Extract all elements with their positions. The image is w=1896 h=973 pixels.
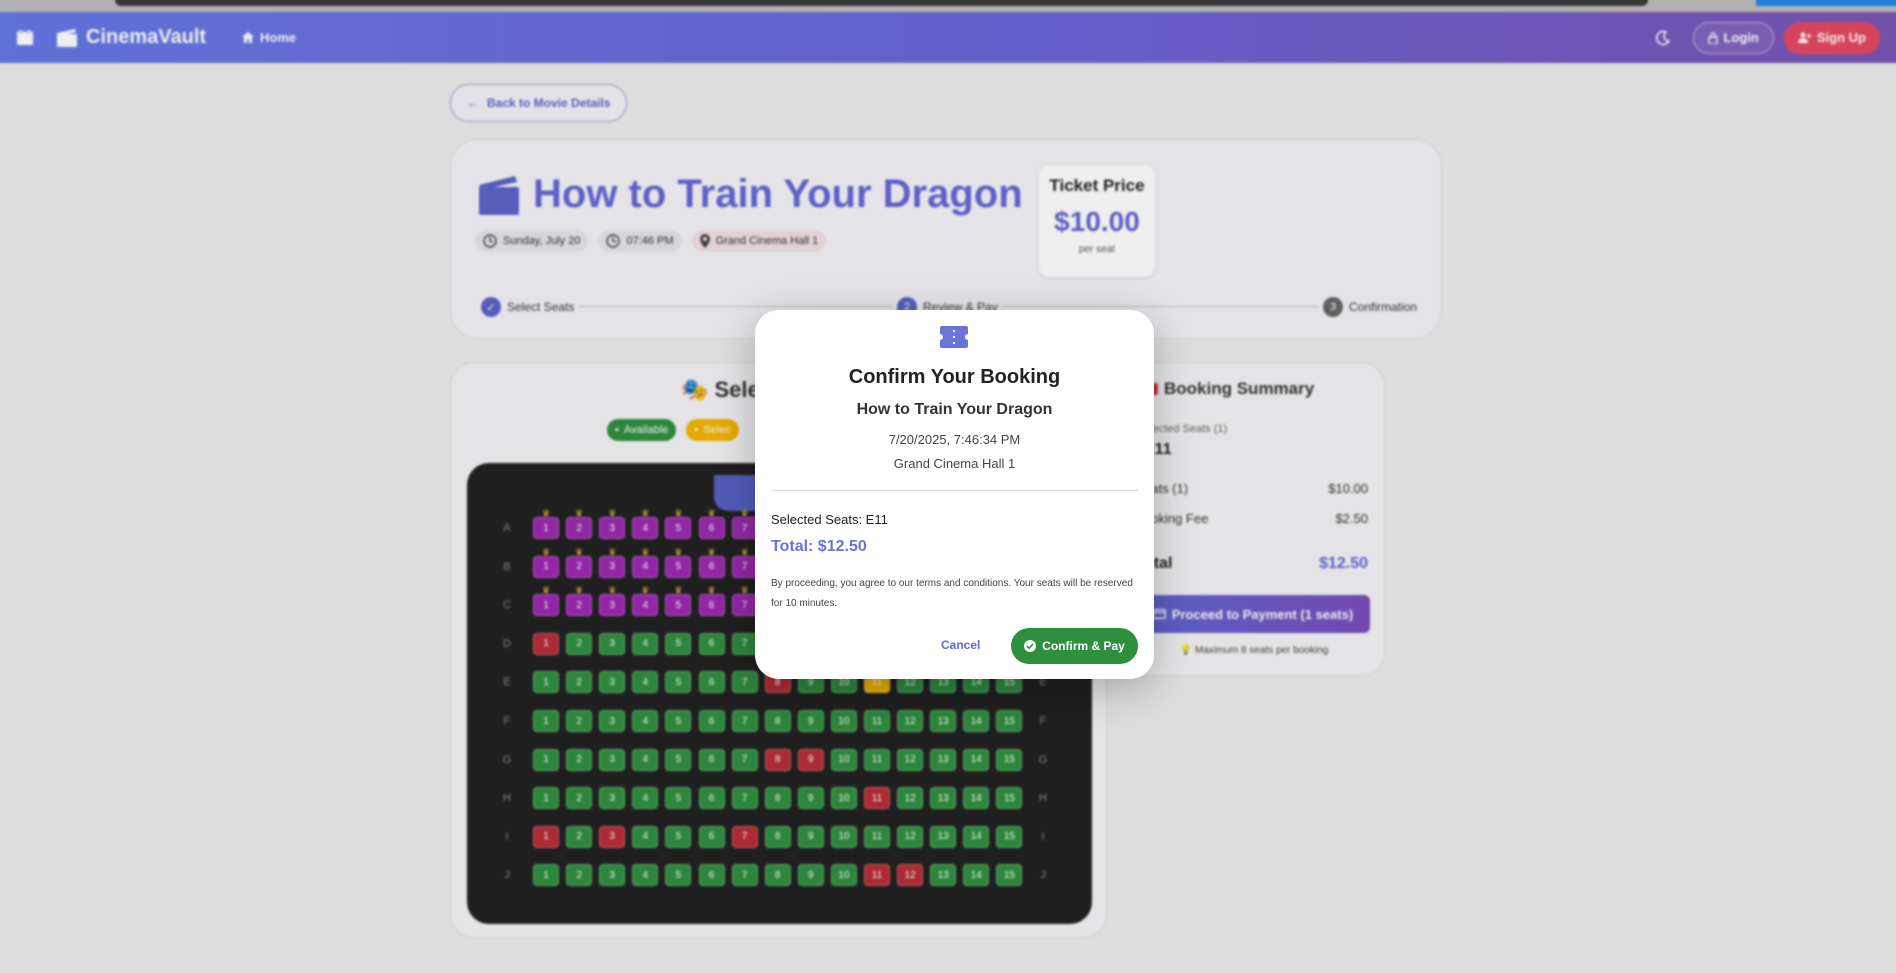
- check-circle-icon: [1024, 640, 1037, 652]
- modal-hall: Grand Cinema Hall 1: [893, 456, 1016, 471]
- confirm-pay-button[interactable]: Confirm & Pay: [1011, 628, 1138, 664]
- modal-terms: By proceeding, you agree to our terms an…: [771, 578, 1133, 609]
- confirm-booking-modal: Confirm Your Booking How to Train Your D…: [755, 310, 1154, 679]
- modal-total: Total: $12.50: [771, 538, 867, 555]
- modal-title: Confirm Your Booking: [848, 366, 1061, 388]
- modal-selected-seats: Selected Seats: E11: [771, 512, 888, 527]
- modal-datetime: 7/20/2025, 7:46:34 PM: [888, 432, 1021, 447]
- confirm-pay-label: Confirm & Pay: [1042, 639, 1125, 653]
- modal-divider: [771, 490, 1138, 491]
- ticket-icon: [940, 326, 968, 348]
- modal-movie-title: How to Train Your Dragon: [856, 401, 1053, 418]
- cancel-button[interactable]: Cancel: [941, 638, 980, 652]
